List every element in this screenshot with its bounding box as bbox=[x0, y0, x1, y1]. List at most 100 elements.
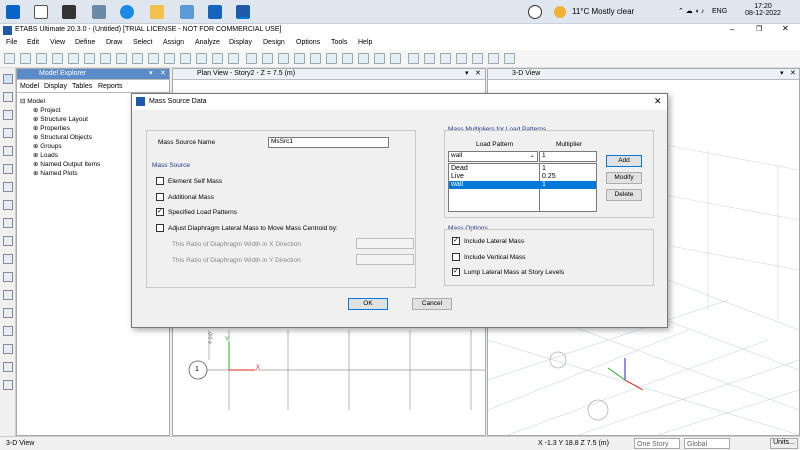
mass-source-name-input[interactable]: MsSrc1 bbox=[268, 137, 389, 148]
load-pattern-dropdown[interactable]: wall ⌄ bbox=[448, 151, 538, 162]
draw-tendon-icon[interactable] bbox=[3, 254, 13, 264]
widgets-icon[interactable] bbox=[92, 5, 106, 19]
adjust-diaphragm-checkbox[interactable] bbox=[156, 224, 164, 232]
language-indicator[interactable]: ENG bbox=[712, 8, 727, 15]
new-model-icon[interactable] bbox=[4, 53, 15, 64]
move-right-icon[interactable] bbox=[390, 53, 401, 64]
table-row-selected[interactable]: wall 1 bbox=[449, 181, 596, 189]
view-xz-icon[interactable] bbox=[278, 53, 289, 64]
view-3d-icon[interactable] bbox=[246, 53, 257, 64]
pin-icon[interactable]: ▾ bbox=[780, 69, 784, 77]
table-row[interactable]: Dead 1 bbox=[449, 165, 596, 173]
edge-browser-icon[interactable] bbox=[120, 5, 134, 19]
pin-icon[interactable]: ▾ bbox=[149, 69, 153, 77]
set-display-icon[interactable] bbox=[424, 53, 435, 64]
menu-help[interactable]: Help bbox=[358, 39, 372, 46]
ratio-y-input[interactable] bbox=[356, 254, 414, 265]
pointer-icon[interactable] bbox=[3, 74, 13, 84]
zoom-window-icon[interactable] bbox=[180, 53, 191, 64]
dialog-close-icon[interactable]: ✕ bbox=[654, 96, 662, 107]
run-analysis-icon[interactable] bbox=[132, 53, 143, 64]
tree-item[interactable]: ⊕ Structural Objects bbox=[33, 133, 92, 141]
mail-icon[interactable] bbox=[208, 5, 222, 19]
print-icon[interactable] bbox=[52, 53, 63, 64]
undo-icon[interactable] bbox=[68, 53, 79, 64]
snap-icon[interactable] bbox=[3, 380, 13, 390]
zoom-in-icon[interactable] bbox=[148, 53, 159, 64]
cancel-button[interactable]: Cancel bbox=[412, 298, 452, 310]
display-deformed-icon[interactable] bbox=[472, 53, 483, 64]
redo-icon[interactable] bbox=[84, 53, 95, 64]
menu-analyze[interactable]: Analyze bbox=[195, 39, 220, 46]
draw-floor-icon[interactable] bbox=[3, 182, 13, 192]
store-icon[interactable] bbox=[180, 5, 194, 19]
task-view-icon[interactable] bbox=[62, 5, 76, 19]
story-select[interactable]: One Story bbox=[634, 438, 680, 449]
table-row[interactable]: Live 0.25 bbox=[449, 173, 596, 181]
delete-button[interactable]: Delete bbox=[606, 189, 642, 201]
view-xy-icon[interactable] bbox=[262, 53, 273, 64]
menu-edit[interactable]: Edit bbox=[27, 39, 39, 46]
display-loads-icon[interactable] bbox=[456, 53, 467, 64]
menu-view[interactable]: View bbox=[50, 39, 65, 46]
view-yz-icon[interactable] bbox=[294, 53, 305, 64]
element-self-mass-checkbox[interactable] bbox=[156, 177, 164, 185]
zoom-out-icon[interactable] bbox=[164, 53, 175, 64]
lock-icon[interactable] bbox=[116, 53, 127, 64]
multiplier-input[interactable]: 1 bbox=[539, 151, 597, 162]
add-button[interactable]: Add bbox=[606, 155, 642, 167]
clock[interactable]: 17:20 08-12-2022 bbox=[744, 3, 782, 17]
tab-tables[interactable]: Tables bbox=[72, 83, 92, 90]
minimize-icon[interactable]: – bbox=[730, 25, 734, 34]
draw-section-cut-icon[interactable] bbox=[3, 308, 13, 318]
menu-select[interactable]: Select bbox=[133, 39, 152, 46]
menu-options[interactable]: Options bbox=[296, 39, 320, 46]
menu-display[interactable]: Display bbox=[229, 39, 252, 46]
close-pane-icon[interactable]: ✕ bbox=[790, 69, 796, 77]
restore-icon[interactable]: ❐ bbox=[756, 25, 762, 33]
close-pane-icon[interactable]: ✕ bbox=[475, 69, 481, 77]
pin-icon[interactable]: ▾ bbox=[465, 69, 469, 77]
windows-start-icon[interactable] bbox=[6, 5, 20, 19]
tree-item[interactable]: ⊕ Properties bbox=[33, 124, 70, 132]
etabs-taskbar-icon[interactable] bbox=[236, 5, 250, 19]
system-tray-icons[interactable]: ⌃ ☁ ◖ ♪ bbox=[678, 7, 704, 15]
pan-icon[interactable] bbox=[212, 53, 223, 64]
draw-opening-icon[interactable] bbox=[3, 218, 13, 228]
tree-item[interactable]: ⊕ Named Plots bbox=[33, 169, 77, 177]
tree-item[interactable]: ⊕ Loads bbox=[33, 151, 58, 159]
menu-define[interactable]: Define bbox=[75, 39, 95, 46]
ok-button[interactable]: OK bbox=[348, 298, 388, 310]
lump-lateral-mass-checkbox[interactable] bbox=[452, 267, 460, 276]
file-explorer-icon[interactable] bbox=[150, 5, 164, 19]
close-window-icon[interactable]: ✕ bbox=[782, 24, 789, 33]
draw-joint-icon[interactable] bbox=[3, 110, 13, 120]
tree-item[interactable]: ⊕ Structure Layout bbox=[33, 115, 88, 123]
include-lateral-mass-checkbox[interactable] bbox=[452, 236, 460, 245]
tree-root[interactable]: ⊟ Model bbox=[20, 97, 45, 105]
menu-draw[interactable]: Draw bbox=[106, 39, 122, 46]
close-panel-icon[interactable]: ✕ bbox=[160, 69, 166, 77]
display-forces-icon[interactable] bbox=[488, 53, 499, 64]
search-icon[interactable] bbox=[34, 5, 48, 19]
draw-brace-icon[interactable] bbox=[3, 164, 13, 174]
open-icon[interactable] bbox=[20, 53, 31, 64]
include-vertical-mass-checkbox[interactable] bbox=[452, 253, 460, 261]
object-shrink-icon[interactable] bbox=[408, 53, 419, 64]
weather-text[interactable]: 11°C Mostly clear bbox=[572, 7, 634, 16]
select-previous-icon[interactable] bbox=[3, 344, 13, 354]
view-nd-icon[interactable] bbox=[310, 53, 321, 64]
move-down-icon[interactable] bbox=[358, 53, 369, 64]
refresh-icon[interactable] bbox=[100, 53, 111, 64]
additional-mass-checkbox[interactable] bbox=[156, 193, 164, 201]
move-up-icon[interactable] bbox=[342, 53, 353, 64]
save-icon[interactable] bbox=[36, 53, 47, 64]
draw-grid-icon[interactable] bbox=[3, 272, 13, 282]
tree-item[interactable]: ⊕ Named Output Items bbox=[33, 160, 100, 168]
draw-link-icon[interactable] bbox=[3, 236, 13, 246]
tab-reports[interactable]: Reports bbox=[98, 83, 123, 90]
modify-button[interactable]: Modify bbox=[606, 172, 642, 184]
draw-column-icon[interactable] bbox=[3, 146, 13, 156]
tab-display[interactable]: Display bbox=[44, 83, 67, 90]
design-icon[interactable] bbox=[504, 53, 515, 64]
